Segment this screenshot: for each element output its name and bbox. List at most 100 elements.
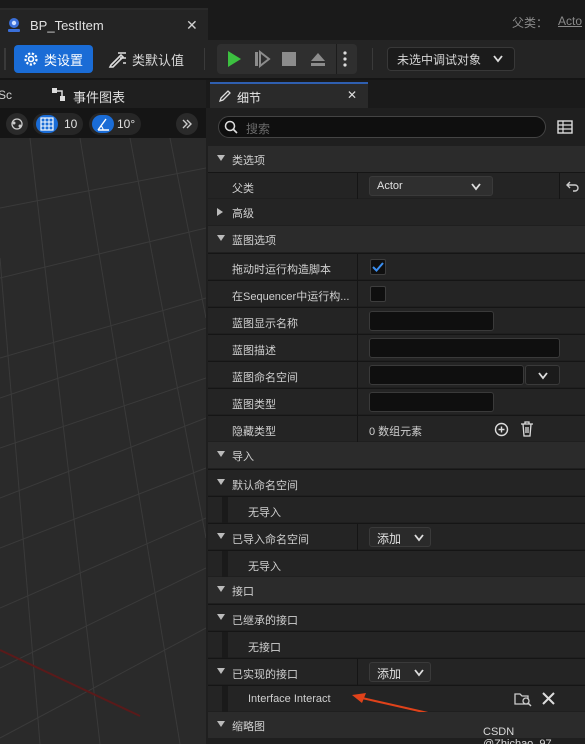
category-label: 缩略图 [232,721,265,733]
category-interfaces[interactable]: 接口 [208,577,585,603]
watermark: CSDN @Zhichao_97 [483,726,552,744]
add-label: 添加 [377,532,402,546]
parent-class-value: Actor [377,180,403,192]
reset-to-default-icon[interactable] [566,180,580,192]
stop-icon[interactable] [281,51,297,67]
implemented-interfaces-label: 已实现的接口 [232,669,298,681]
run-construction-label: 拖动时运行构造脚本 [232,264,331,276]
property-row-blueprint-type: 蓝图类型 [208,388,585,415]
class-defaults-label: 类默认值 [132,52,185,68]
property-row-description: 蓝图描述 [208,334,585,361]
blueprint-icon [6,17,22,33]
grid-icon [36,115,58,133]
remove-interface-icon[interactable] [542,692,555,705]
property-row-parent-class: 父类 Actor [208,172,585,199]
close-details-icon[interactable]: ✕ [347,88,357,102]
graph-icon [52,88,66,102]
list-item: 无接口 [208,631,585,658]
document-tab[interactable]: BP_TestItem ✕ [0,8,208,40]
parent-class-dropdown[interactable]: Actor [369,176,493,196]
class-defaults-button[interactable]: 类默认值 [104,45,192,73]
close-tab-icon[interactable]: ✕ [186,17,198,34]
chevron-right-icon [216,207,224,217]
inherited-interfaces-label: 已继承的接口 [232,615,298,627]
category-blueprint-options[interactable]: 蓝图选项 [208,226,585,252]
class-settings-button[interactable]: 类设置 [14,45,93,73]
chevron-down-icon [470,182,482,192]
class-settings-label: 类设置 [44,52,84,68]
add-import-dropdown[interactable]: 添加 [369,527,431,547]
parent-class-label: 父类： [512,16,549,30]
category-advanced[interactable]: 高级 [208,199,585,225]
hide-categories-label: 隐藏类型 [232,426,276,438]
angle-snap-value: 10° [117,117,136,131]
namespace-dropdown[interactable] [525,365,560,385]
chevron-down-icon [492,54,504,64]
property-row-display-name: 蓝图显示名称 [208,307,585,334]
group-imported-namespaces[interactable]: 已导入命名空间 添加 [208,523,585,550]
hide-categories-value: 0 数组元素 [369,426,423,438]
step-icon[interactable] [253,50,271,68]
toolbar-separator [372,48,373,70]
add-element-icon[interactable] [494,422,509,437]
chevron-down-icon [216,720,226,728]
chevron-down-icon [216,585,226,593]
property-row-hide-categories: 隐藏类型 0 数组元素 [208,415,585,442]
category-imports[interactable]: 导入 [208,442,585,468]
angle-snap-toggle[interactable]: 10° [89,113,141,135]
group-default-namespaces[interactable]: 默认命名空间 [208,469,585,495]
debug-object-dropdown[interactable]: 未选中调试对象 [387,47,515,71]
parent-class-link[interactable]: Acto [558,14,582,28]
add-interface-dropdown[interactable]: 添加 [369,662,431,682]
property-row-run-construction: 拖动时运行构造脚本 [208,253,585,280]
more-options-icon[interactable] [342,51,348,67]
namespace-input[interactable] [369,365,524,385]
play-icon[interactable] [225,50,243,68]
blueprint-type-label: 蓝图类型 [232,399,276,411]
search-placeholder: 搜索 [246,122,271,136]
no-interfaces-text: 无接口 [248,642,281,654]
grid-snap-toggle[interactable]: 10 [33,113,83,135]
category-label: 类选项 [232,155,265,167]
blueprint-type-input[interactable] [369,392,494,412]
search-icon [224,120,238,134]
trash-icon[interactable] [520,421,534,437]
category-class-options[interactable]: 类选项 [208,146,585,172]
viewport-toolbar: 10 10° [0,108,206,138]
chevron-down-icon [216,532,226,540]
tab-details[interactable]: 细节 ✕ [210,82,368,108]
expand-icon[interactable] [176,113,198,135]
components-tab-partial[interactable]: Sc [0,88,12,102]
description-input[interactable] [369,338,560,358]
transform-icon[interactable] [6,113,28,135]
run-in-sequencer-checkbox[interactable] [370,286,386,302]
chevron-down-icon [216,234,226,242]
chevron-down-icon [413,533,425,543]
category-label: 高级 [232,208,254,220]
eject-icon[interactable] [309,50,327,68]
chevron-down-icon [537,371,549,381]
view-options-icon[interactable] [557,119,573,135]
category-label: 导入 [232,451,254,463]
display-name-input[interactable] [369,311,494,331]
chevron-down-icon [413,668,425,678]
browse-asset-icon[interactable] [514,691,532,707]
group-implemented-interfaces[interactable]: 已实现的接口 添加 [208,658,585,685]
no-imports-text: 无导入 [248,561,281,573]
event-graph-tab[interactable]: 事件图表 [73,87,125,106]
list-item: 无导入 [208,550,585,577]
run-construction-checkbox[interactable] [370,259,386,275]
property-row-namespace: 蓝图命名空间 [208,361,585,388]
run-in-sequencer-label: 在Sequencer中运行构... [232,291,350,303]
viewport-canvas[interactable] [0,138,206,744]
chevron-down-icon [216,478,226,486]
group-inherited-interfaces[interactable]: 已继承的接口 [208,604,585,630]
chevron-down-icon [216,450,226,458]
angle-icon [92,115,114,133]
description-label: 蓝图描述 [232,345,276,357]
toolbar-grip [4,48,6,70]
details-tab-label: 细节 [237,91,262,105]
chevron-down-icon [216,154,226,162]
category-label: 接口 [232,586,254,598]
details-search-input[interactable]: 搜索 [218,116,546,138]
